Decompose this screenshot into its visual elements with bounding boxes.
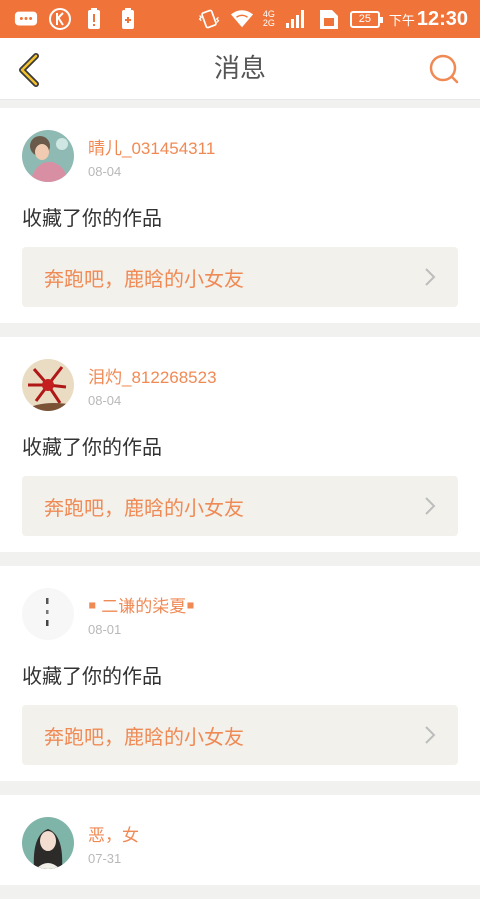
battery-indicator: 25	[349, 10, 383, 28]
message-meta: 晴儿_031454311 08-04	[88, 134, 215, 179]
signal-icon	[284, 7, 308, 31]
chevron-right-icon	[425, 726, 436, 744]
clock: 下午 12:30	[389, 8, 468, 31]
message-card: 晴儿_031454311 08-04 收藏了你的作品 奔跑吧，鹿晗的小女友	[0, 108, 480, 323]
message-header: 泪灼_812268523 08-04	[22, 359, 458, 411]
avatar[interactable]	[22, 817, 74, 869]
back-chevron-icon	[19, 53, 39, 87]
work-link[interactable]: 奔跑吧，鹿晗的小女友	[22, 705, 458, 765]
message-meta: 恶，女 07-31	[88, 821, 139, 866]
work-link[interactable]: 奔跑吧，鹿晗的小女友	[22, 476, 458, 536]
charging-battery-icon	[116, 7, 140, 31]
user-avatar-image	[22, 359, 74, 411]
work-link[interactable]: 奔跑吧，鹿晗的小女友	[22, 247, 458, 307]
work-title: 奔跑吧，鹿晗的小女友	[44, 724, 244, 749]
message-date: 08-04	[88, 392, 122, 408]
message-header: 晴儿_031454311 08-04	[22, 130, 458, 182]
page-title: 消息	[213, 54, 266, 84]
message-date: 08-01	[88, 621, 122, 637]
user-avatar-image	[22, 817, 74, 869]
search-icon	[429, 54, 459, 84]
message-bubble-icon	[14, 7, 38, 31]
app-header: 消息	[0, 38, 480, 100]
alert-battery-icon	[82, 7, 106, 31]
message-header: ￭ 二谦的柒夏￭ 08-01	[22, 588, 458, 640]
battery-level: 25	[358, 13, 371, 25]
network-type-secondary: 2G	[262, 18, 275, 28]
username[interactable]: 晴儿_031454311	[88, 134, 215, 159]
user-avatar-image	[22, 130, 74, 182]
network-type: 4G 2G	[263, 10, 275, 28]
sim-card-icon	[317, 7, 341, 31]
message-date: 08-04	[88, 163, 122, 179]
action-text: 收藏了你的作品	[22, 664, 162, 688]
message-meta: ￭ 二谦的柒夏￭ 08-01	[88, 592, 195, 637]
work-title: 奔跑吧，鹿晗的小女友	[44, 266, 244, 291]
wifi-icon	[230, 7, 254, 31]
message-card: 泪灼_812268523 08-04 收藏了你的作品 奔跑吧，鹿晗的小女友	[0, 337, 480, 552]
username[interactable]: 恶，女	[88, 821, 139, 846]
chevron-right-icon	[425, 497, 436, 515]
avatar[interactable]	[22, 130, 74, 182]
action-text: 收藏了你的作品	[22, 435, 162, 459]
avatar[interactable]	[22, 359, 74, 411]
message-meta: 泪灼_812268523 08-04	[88, 363, 217, 408]
action-text: 收藏了你的作品	[22, 206, 162, 230]
chevron-right-icon	[425, 268, 436, 286]
username[interactable]: 泪灼_812268523	[88, 363, 217, 388]
message-date: 07-31	[88, 850, 122, 866]
username[interactable]: ￭ 二谦的柒夏￭	[88, 592, 195, 617]
user-avatar-image	[22, 588, 74, 640]
clock-period: 下午	[388, 12, 415, 28]
avatar[interactable]	[22, 588, 74, 640]
message-list[interactable]: 晴儿_031454311 08-04 收藏了你的作品 奔跑吧，鹿晗的小女友 泪灼…	[0, 108, 480, 899]
message-header: 恶，女 07-31	[22, 817, 458, 869]
search-button[interactable]	[428, 53, 460, 85]
back-button[interactable]	[12, 50, 52, 90]
message-card: 恶，女 07-31	[0, 795, 480, 885]
clock-time: 12:30	[416, 7, 468, 30]
work-title: 奔跑吧，鹿晗的小女友	[44, 495, 244, 520]
message-card: ￭ 二谦的柒夏￭ 08-01 收藏了你的作品 奔跑吧，鹿晗的小女友	[0, 566, 480, 781]
vibrate-icon	[197, 7, 221, 31]
k-app-icon	[48, 7, 72, 31]
status-bar: 4G 2G 25 下午 12:30	[0, 0, 480, 38]
